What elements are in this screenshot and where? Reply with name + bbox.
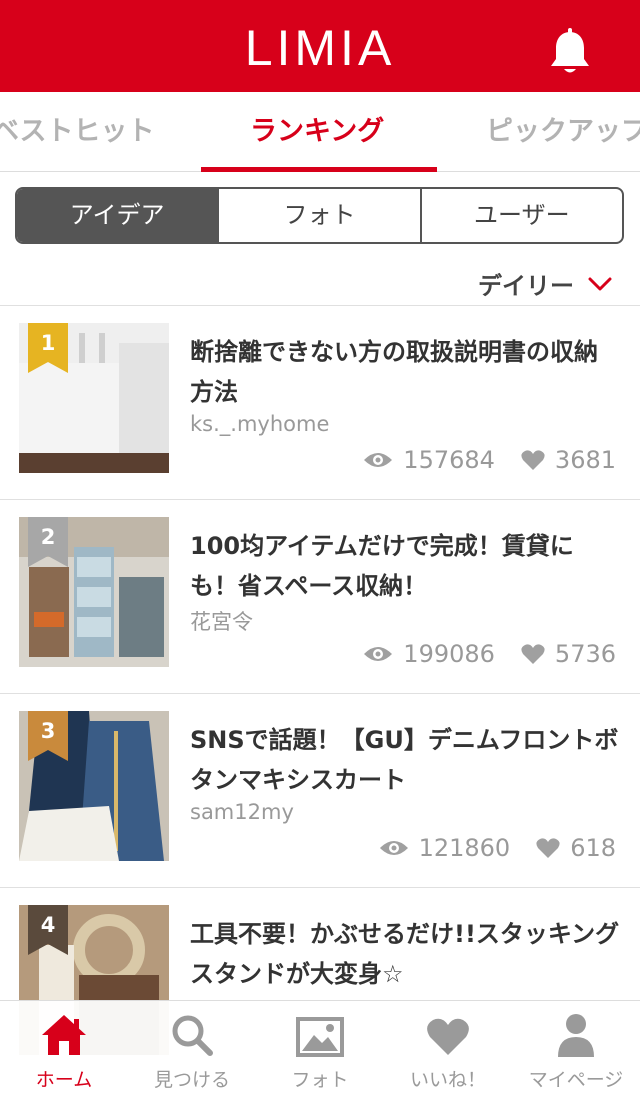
article-author[interactable]: sam12my xyxy=(190,800,294,824)
view-count: 157684 xyxy=(403,446,495,474)
period-label: デイリー xyxy=(478,272,574,300)
search-icon xyxy=(172,1015,213,1056)
article-title[interactable]: SNSで話題！【GU】デニムフロントボタンマキシスカート xyxy=(190,720,620,800)
segment-idea[interactable]: アイデア xyxy=(17,189,220,242)
eye-icon xyxy=(364,453,393,467)
eye-icon xyxy=(379,841,408,855)
content-type-segment: アイデア フォト ユーザー xyxy=(15,187,624,244)
user-icon xyxy=(558,1014,594,1057)
nav-likes-label: いいね！ xyxy=(409,1069,486,1091)
ranking-item[interactable]: 3 SNSで話題！【GU】デニムフロントボタンマキシスカート sam12my 1… xyxy=(0,693,640,887)
nav-discover[interactable]: 見つける xyxy=(128,1001,256,1096)
ranking-item[interactable]: 2 100均アイテムだけで完成！賃貸にも！省スペース収納！ 花宮令 199086… xyxy=(0,499,640,693)
article-stats: 121860 618 xyxy=(379,834,616,862)
view-count: 121860 xyxy=(418,834,511,862)
like-count: 5736 xyxy=(554,640,616,668)
view-count: 199086 xyxy=(403,640,495,668)
photo-icon xyxy=(296,1017,344,1057)
article-title[interactable]: 工具不要！かぶせるだけ!!スタッキングスタンドが大変身☆ xyxy=(190,914,620,994)
segment-photo[interactable]: フォト xyxy=(219,189,422,242)
nav-photo-label: フォト xyxy=(291,1069,349,1091)
tab-ranking[interactable]: ランキング xyxy=(250,112,384,152)
article-stats: 199086 5736 xyxy=(363,640,616,668)
ranking-item[interactable]: 1 断捨離できない方の取扱説明書の収納方法 ks._.myhome 157684… xyxy=(0,305,640,499)
active-tab-indicator xyxy=(201,167,437,172)
article-title[interactable]: 断捨離できない方の取扱説明書の収納方法 xyxy=(190,332,620,412)
nav-home-label: ホーム xyxy=(35,1069,93,1091)
nav-mypage[interactable]: マイページ xyxy=(512,1001,640,1096)
article-thumbnail: 2 xyxy=(19,517,169,667)
heart-icon xyxy=(427,1018,469,1055)
eye-icon xyxy=(364,647,393,661)
like-count: 3681 xyxy=(554,446,616,474)
chevron-down-icon xyxy=(588,277,612,290)
app-logo: LIMIA xyxy=(244,20,396,76)
article-thumbnail: 3 xyxy=(19,711,169,861)
nav-photo[interactable]: フォト xyxy=(256,1001,384,1096)
nav-likes[interactable]: いいね！ xyxy=(384,1001,512,1096)
heart-icon xyxy=(521,450,545,470)
home-icon xyxy=(42,1015,86,1055)
tab-besthit[interactable]: ベストヒット xyxy=(0,112,155,152)
heart-icon xyxy=(521,644,545,664)
nav-mypage-label: マイページ xyxy=(528,1069,624,1091)
article-stats: 157684 3681 xyxy=(363,446,616,474)
period-dropdown[interactable]: デイリー xyxy=(478,266,612,301)
app-header: LIMIA xyxy=(0,0,640,92)
article-author[interactable]: ks._.myhome xyxy=(190,412,329,436)
like-count: 618 xyxy=(570,834,616,862)
nav-home[interactable]: ホーム xyxy=(0,1001,128,1096)
category-tabs: ベストヒット ランキング ピックアップ xyxy=(0,92,640,172)
article-thumbnail: 1 xyxy=(19,323,169,473)
segment-user[interactable]: ユーザー xyxy=(422,189,622,242)
nav-discover-label: 見つける xyxy=(153,1069,230,1091)
bell-icon[interactable] xyxy=(548,28,592,76)
article-title[interactable]: 100均アイテムだけで完成！賃貸にも！省スペース収納！ xyxy=(190,526,620,606)
bottom-navigation: ホーム 見つける フォト いいね！ マイページ xyxy=(0,1000,640,1096)
article-author[interactable]: 花宮令 xyxy=(190,606,253,636)
heart-icon xyxy=(536,838,560,858)
tab-pickup[interactable]: ピックアップ xyxy=(486,112,640,152)
